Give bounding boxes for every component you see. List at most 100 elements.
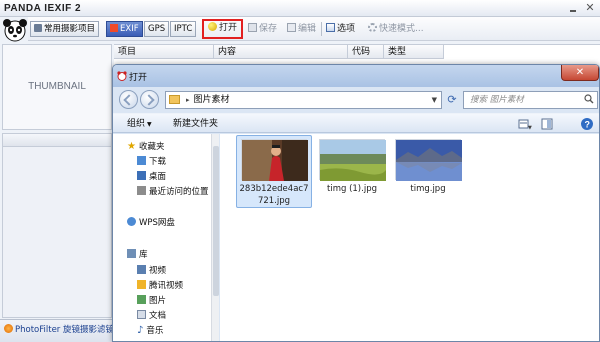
navigation-pane: ★ 收藏夹 下载 桌面 最近访问的位置 WPS网盘 库 视频 腾讯视频 图片 文档	[113, 134, 211, 341]
column-header-item[interactable]: 项目	[114, 45, 214, 59]
file-name-283b12: 283b12ede4ac7 721.jpg	[237, 183, 311, 207]
dialog-close-button[interactable]: ✕	[561, 65, 599, 81]
left-list-header	[3, 134, 111, 147]
search-input[interactable]: 搜索 图片素材	[463, 91, 598, 109]
documents-icon	[137, 310, 146, 319]
nav-tencent-video[interactable]: 腾讯视频	[137, 280, 183, 292]
dialog-command-bar: 组织 ▼ 新建文件夹 ▼ ?	[113, 113, 599, 133]
minimize-button[interactable]	[565, 2, 581, 14]
scrollbar-thumb[interactable]	[213, 146, 219, 296]
photofilter-label: PhotoFilter 旋镜摄影滤镜	[15, 325, 112, 335]
tab-iptc-label: IPTC	[174, 24, 193, 34]
file-name-timg: timg.jpg	[410, 184, 446, 194]
options-label: 选项	[337, 24, 356, 34]
file-thumbnail-lake	[395, 139, 462, 181]
dialog-nav-row: ▸ 图片素材 ▼ ⟳ 搜索 图片素材	[113, 87, 599, 113]
save-label: 保存	[259, 24, 278, 34]
open-button[interactable]: 打开	[202, 19, 244, 39]
file-name-timg-1: timg (1).jpg	[327, 184, 377, 194]
exif-icon	[110, 24, 118, 32]
organize-button[interactable]: 组织 ▼	[127, 117, 152, 132]
app-title-bar: PANDA IEXIF 2 ✕	[0, 0, 600, 17]
tab-exif[interactable]: EXIF	[106, 21, 143, 37]
view-options-icon[interactable]: ▼	[518, 117, 532, 131]
nav-documents-label: 文档	[149, 311, 167, 321]
quick-mode-label: 快速模式...	[379, 24, 424, 34]
nav-recent[interactable]: 最近访问的位置	[137, 186, 209, 198]
panda-small-icon	[117, 71, 127, 81]
search-icon	[584, 94, 594, 104]
video-icon	[137, 265, 146, 274]
save-button[interactable]: 保存	[248, 20, 277, 38]
svg-text:?: ?	[585, 120, 591, 130]
file-name-283b12-line2: 721.jpg	[257, 196, 291, 206]
organize-label: 组织	[127, 119, 146, 129]
svg-text:▼: ▼	[528, 125, 532, 131]
nav-wps-cloud[interactable]: WPS网盘	[127, 217, 175, 229]
tab-iptc[interactable]: IPTC	[170, 21, 197, 37]
refresh-icon[interactable]: ⟳	[443, 91, 461, 109]
nav-library-label: 库	[139, 250, 148, 260]
nav-videos-label: 视频	[149, 266, 167, 276]
column-header-content[interactable]: 内容	[214, 45, 348, 59]
file-item-timg[interactable]: timg.jpg	[390, 136, 466, 195]
column-header-type[interactable]: 类型	[384, 45, 444, 59]
main-toolbar: 常用摄影项目 EXIF GPS IPTC 打开 保存 编辑 选项 快速模式...	[28, 17, 600, 41]
file-item-283b12[interactable]: 283b12ede4ac7 721.jpg	[236, 135, 312, 208]
nav-downloads[interactable]: 下载	[137, 156, 166, 168]
navigation-scrollbar[interactable]	[211, 134, 219, 341]
open-label: 打开	[219, 23, 238, 33]
panda-logo-icon	[2, 17, 28, 43]
quick-mode-button[interactable]: 快速模式...	[368, 20, 424, 38]
options-button[interactable]: 选项	[326, 20, 355, 38]
address-bar[interactable]: ▸ 图片素材 ▼	[165, 91, 442, 109]
preview-pane-icon[interactable]	[540, 117, 554, 131]
address-path: 图片素材	[193, 95, 230, 105]
photofilter-link[interactable]: PhotoFilter 旋镜摄影滤镜	[0, 319, 112, 342]
nav-library[interactable]: 库	[127, 249, 148, 261]
nav-wps-label: WPS网盘	[139, 218, 175, 228]
address-separator: ▸	[186, 96, 190, 104]
file-list: 283b12ede4ac7 721.jpg timg (1).jpg timg.…	[220, 134, 599, 341]
back-button[interactable]	[119, 90, 138, 109]
chevron-down-icon: ▼	[147, 121, 152, 128]
help-icon[interactable]: ?	[580, 117, 594, 131]
nav-pictures-label: 图片	[149, 296, 167, 306]
forward-button[interactable]	[140, 90, 159, 109]
address-dropdown-icon[interactable]: ▼	[432, 92, 437, 108]
dialog-title-bar: 打开 ✕	[113, 65, 599, 87]
nav-tencent-video-label: 腾讯视频	[149, 281, 184, 291]
edit-button[interactable]: 编辑	[287, 20, 316, 38]
nav-music-label: 音乐	[146, 326, 164, 336]
nav-favorites[interactable]: ★ 收藏夹	[127, 141, 164, 153]
nav-desktop[interactable]: 桌面	[137, 171, 166, 183]
thumbnail-label: THUMBNAIL	[28, 81, 86, 92]
open-file-dialog: 打开 ✕ ▸ 图片素材 ▼ ⟳ 搜索 图片素材 组织 ▼ 新建文件夹 ▼ ? ★…	[112, 64, 600, 342]
save-icon	[248, 23, 257, 32]
recent-places-icon	[137, 186, 146, 195]
close-button[interactable]: ✕	[582, 2, 598, 14]
tab-common-photo-label: 常用摄影项目	[44, 24, 96, 34]
nav-music[interactable]: ♪ 音乐	[137, 325, 163, 337]
thumbnail-panel: THUMBNAIL	[2, 44, 112, 130]
new-folder-button[interactable]: 新建文件夹	[173, 117, 218, 131]
dialog-title: 打开	[129, 73, 148, 83]
cloud-icon	[127, 217, 136, 226]
download-icon	[137, 156, 146, 165]
file-item-timg-1[interactable]: timg (1).jpg	[314, 136, 390, 195]
tab-gps[interactable]: GPS	[144, 21, 170, 37]
column-header-code[interactable]: 代码	[348, 45, 384, 59]
nav-pictures[interactable]: 图片	[137, 295, 166, 307]
nav-documents[interactable]: 文档	[137, 310, 166, 322]
star-icon: ★	[127, 141, 136, 152]
gear-icon	[368, 23, 377, 32]
app-title: PANDA IEXIF 2	[4, 3, 82, 14]
left-list-panel	[2, 133, 112, 318]
desktop-icon	[137, 171, 146, 180]
tab-exif-label: EXIF	[120, 24, 139, 34]
file-thumbnail-grassland	[319, 139, 386, 181]
options-icon	[326, 23, 335, 32]
tab-common-photo[interactable]: 常用摄影项目	[30, 21, 100, 37]
nav-videos[interactable]: 视频	[137, 265, 166, 277]
folder-icon	[169, 95, 180, 104]
